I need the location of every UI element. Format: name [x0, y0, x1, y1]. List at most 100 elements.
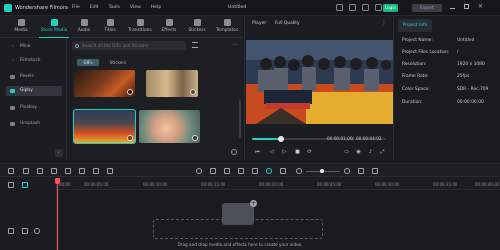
gif-thumbnail-selected[interactable]	[73, 109, 136, 144]
download-icon[interactable]	[127, 89, 133, 95]
grid-icon[interactable]	[8, 168, 14, 174]
scrollbar[interactable]	[239, 100, 241, 138]
track-header	[0, 178, 57, 250]
time-separator: /	[352, 136, 354, 141]
sidebar-item-filmstock[interactable]: › Filmstock	[6, 56, 62, 66]
tab-templates[interactable]: Templates	[212, 16, 242, 38]
chip-stickers[interactable]: Stickers	[104, 59, 132, 66]
tab-audio[interactable]: Audio	[73, 16, 95, 38]
maximize-icon[interactable]	[464, 4, 469, 9]
quality-dropdown[interactable]: Full Quality	[275, 21, 300, 26]
sidebar-item-unsplash[interactable]: Unsplash	[6, 119, 62, 129]
mic-icon[interactable]	[238, 168, 244, 174]
prop-value: 00:00:00:00	[457, 100, 484, 105]
menu-help[interactable]: Help	[151, 5, 161, 10]
timeline-ruler[interactable]: 00:00 00:00:05:00 00:00:10:00 00:00:15:0…	[57, 178, 500, 190]
image-placeholder-icon: +	[222, 200, 257, 225]
search-box[interactable]	[72, 41, 186, 50]
player-panel: Player Full Quality ⋮ 00:00:01:00 / 00:0…	[244, 16, 393, 160]
minimize-icon[interactable]	[450, 7, 455, 9]
prop-value: 25fps	[457, 74, 470, 79]
visibility-icon[interactable]	[34, 228, 40, 234]
fit-icon[interactable]	[358, 168, 364, 174]
tab-media[interactable]: Media	[8, 16, 34, 38]
sidebar-item-label: Mine	[20, 44, 31, 49]
tab-label: Templates	[215, 28, 239, 33]
download-icon[interactable]	[190, 89, 196, 95]
stop-icon[interactable]: ■	[294, 149, 301, 156]
download-icon[interactable]	[192, 135, 198, 141]
gif-thumbnail[interactable]	[139, 110, 200, 143]
menu-edit[interactable]: Edit	[90, 5, 99, 10]
undo-icon[interactable]	[23, 168, 29, 174]
message-icon[interactable]	[349, 4, 356, 11]
search-input[interactable]	[82, 42, 182, 49]
play-icon[interactable]: ▷	[281, 149, 288, 156]
crop-icon[interactable]	[79, 168, 85, 174]
loop-icon[interactable]: ⟳	[306, 149, 313, 156]
add-track-icon[interactable]	[8, 182, 14, 188]
playhead-knob[interactable]	[278, 136, 285, 142]
sidebar-item-pixabay[interactable]: Pixabay	[6, 103, 62, 113]
tab-effects[interactable]: Effects	[157, 16, 181, 38]
more-options-icon[interactable]: ⋯	[232, 41, 238, 48]
more-options-icon[interactable]: ⋮	[381, 19, 387, 26]
zoom-out-icon[interactable]	[296, 168, 302, 174]
pixabay-icon	[10, 106, 15, 110]
gif-thumbnail[interactable]	[74, 70, 135, 97]
display-icon[interactable]: ▭	[343, 149, 350, 156]
zoom-in-icon[interactable]	[344, 168, 350, 174]
collapse-sidebar-icon[interactable]: ‹	[55, 149, 63, 157]
tab-stock-media[interactable]: Stock Media	[36, 16, 72, 38]
notification-icon[interactable]	[375, 4, 382, 11]
timeline-playhead[interactable]	[55, 178, 60, 250]
step-back-icon[interactable]: ◁	[268, 149, 275, 156]
tab-transitions[interactable]: Transitions	[125, 16, 155, 38]
lightbulb-icon[interactable]	[231, 149, 237, 155]
text-icon[interactable]	[93, 168, 99, 174]
window-controls: ✕	[450, 4, 483, 10]
tab-stickers[interactable]: Stickers	[184, 16, 210, 38]
link-icon[interactable]	[22, 182, 28, 188]
volume-icon[interactable]: ♪	[367, 149, 374, 156]
gif-thumbnail[interactable]	[146, 70, 198, 97]
menu-view[interactable]: View	[130, 5, 141, 10]
chip-gifs[interactable]: GIFs	[77, 59, 99, 66]
login-button[interactable]: Login	[383, 4, 398, 12]
previous-frame-icon[interactable]: ⏮	[254, 149, 261, 156]
progress-fill	[252, 138, 282, 140]
playhead-handle[interactable]	[55, 178, 60, 184]
menu-tools[interactable]: Tools	[109, 5, 120, 10]
ruler-tick: 00:00:30:00	[375, 182, 400, 187]
close-icon[interactable]: ✕	[478, 4, 483, 10]
grid-view-icon[interactable]	[372, 168, 378, 174]
ai-icon[interactable]	[266, 168, 272, 174]
export-button[interactable]: Export	[412, 4, 442, 12]
snap-icon[interactable]	[280, 168, 286, 174]
tab-titles[interactable]: Titles	[99, 16, 121, 38]
tab-project-info[interactable]: Project Info	[398, 19, 432, 32]
cloud-icon[interactable]	[362, 4, 369, 11]
download-icon[interactable]	[127, 135, 133, 141]
snapshot-icon[interactable]: ◉	[355, 149, 362, 156]
fullscreen-icon[interactable]: ⤢	[379, 149, 386, 156]
lock-icon[interactable]	[22, 228, 28, 234]
split-icon[interactable]	[65, 168, 71, 174]
filter-icon[interactable]	[192, 42, 198, 48]
sidebar-item-pexels[interactable]: Pexels	[6, 72, 62, 82]
sidebar-item-giphy[interactable]: Giphy	[6, 86, 62, 96]
zoom-slider[interactable]	[306, 169, 340, 173]
audio-mix-icon[interactable]	[252, 168, 258, 174]
more-icon[interactable]	[107, 168, 113, 174]
delete-icon[interactable]	[51, 168, 57, 174]
layout-icon[interactable]	[336, 4, 343, 11]
marker-icon[interactable]	[210, 168, 216, 174]
menu-file[interactable]: File	[72, 5, 80, 10]
video-track-icon	[8, 228, 14, 234]
record-icon[interactable]	[196, 168, 202, 174]
shield-icon[interactable]	[224, 168, 230, 174]
redo-icon[interactable]	[37, 168, 43, 174]
sidebar-item-mine[interactable]: › Mine	[6, 42, 62, 52]
zoom-slider-knob[interactable]	[320, 169, 324, 173]
video-preview	[246, 40, 393, 124]
